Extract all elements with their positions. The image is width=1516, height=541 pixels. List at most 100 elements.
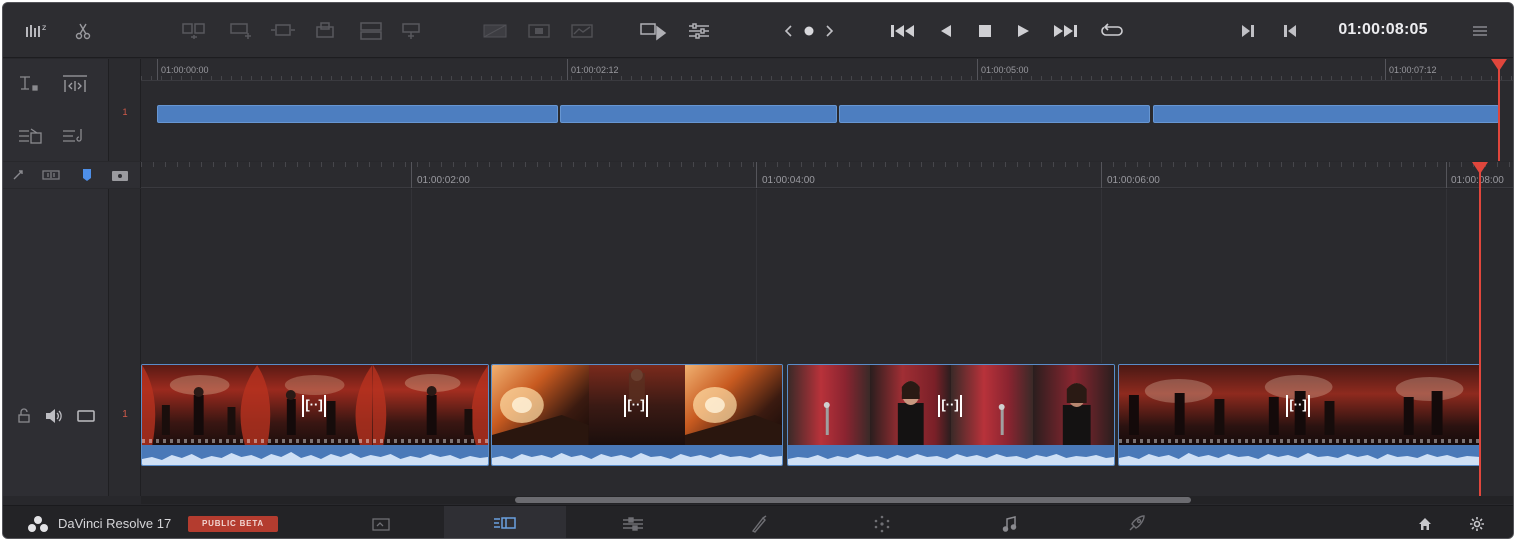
media-page-icon[interactable] — [320, 506, 442, 538]
overview-clip[interactable] — [1153, 105, 1499, 123]
edit-page-icon[interactable] — [572, 506, 694, 538]
audio-waveform — [788, 445, 1114, 465]
play-reverse-icon[interactable] — [934, 20, 958, 42]
lock-icon[interactable] — [17, 408, 31, 429]
transition-wipe-icon[interactable] — [566, 20, 598, 42]
close-up-icon[interactable] — [309, 20, 341, 42]
transition-smooth-icon[interactable] — [523, 20, 555, 42]
settings-gear-icon[interactable] — [1469, 516, 1485, 537]
ripple-delete-icon[interactable] — [17, 125, 45, 152]
timeline-empty-area[interactable] — [141, 189, 1513, 363]
lower-ruler[interactable]: 01:00:02:00 01:00:04:00 01:00:06:00 01:0… — [141, 162, 1513, 188]
timeline-options-bar — [3, 162, 141, 188]
mark-in-icon[interactable] — [1237, 20, 1259, 42]
next-arrow-icon[interactable] — [821, 20, 837, 42]
timeline-clip[interactable]: [··] — [491, 364, 783, 466]
scrollbar-thumb[interactable] — [515, 497, 1191, 503]
prev-arrow-icon[interactable] — [781, 20, 797, 42]
playhead[interactable] — [1479, 170, 1481, 496]
video-track[interactable]: [··] [··] [··] [··] — [141, 363, 1513, 469]
stop-icon[interactable] — [973, 20, 997, 42]
menu-icon[interactable] — [1468, 20, 1492, 42]
overview-clip[interactable] — [157, 105, 558, 123]
fairlight-page-icon[interactable] — [949, 506, 1071, 538]
metronome-icon[interactable]: z — [23, 20, 53, 42]
video-track-header — [3, 189, 109, 496]
play-icon[interactable] — [1011, 20, 1035, 42]
skip-to-end-icon[interactable] — [1049, 20, 1081, 42]
overview-clip[interactable] — [839, 105, 1150, 123]
beta-badge: PUBLIC BETA — [188, 516, 278, 532]
resolve-cut-page: z 01:00:08:05 1 01:00:00:00 01:00:02:12 … — [2, 2, 1514, 539]
resolve-logo-icon — [27, 515, 49, 538]
svg-text:z: z — [42, 23, 46, 32]
audio-waveform — [142, 445, 488, 465]
flag-icon[interactable] — [81, 167, 93, 188]
fusion-page-icon[interactable] — [698, 506, 820, 538]
clip-marker: [··] — [938, 395, 962, 417]
source-tape-icon[interactable] — [636, 20, 670, 42]
toolbar: z 01:00:08:05 — [3, 3, 1513, 58]
smart-insert-icon[interactable] — [178, 20, 210, 42]
clip-attributes-icon[interactable] — [684, 20, 714, 42]
loop-icon[interactable] — [1097, 20, 1127, 42]
snapping-icon[interactable] — [11, 168, 25, 187]
upper-track-number-column: 1 — [109, 59, 141, 161]
audio-waveform — [492, 445, 782, 465]
ruler-tick — [977, 59, 978, 80]
timeline-scrollbar[interactable] — [141, 496, 1513, 504]
ruler-label: 01:00:02:12 — [571, 65, 619, 75]
ruler-tick — [1101, 162, 1102, 188]
audio-waveform — [1119, 445, 1480, 465]
timeline-clip[interactable]: [··] — [141, 364, 489, 466]
audio-tracks-icon[interactable] — [61, 125, 89, 152]
page-navigation-bar: DaVinci Resolve 17 PUBLIC BETA — [3, 505, 1513, 538]
ruler-label: 01:00:06:00 — [1107, 175, 1160, 186]
track-number-column: 1 — [109, 189, 141, 496]
ruler-label: 01:00:00:00 — [161, 65, 209, 75]
audio-scrub-icon[interactable] — [41, 168, 61, 187]
mark-out-icon[interactable] — [1279, 20, 1301, 42]
source-overwrite-icon[interactable] — [397, 20, 429, 42]
dot-icon[interactable] — [801, 20, 817, 42]
overview-clip[interactable] — [560, 105, 837, 123]
ruler-label: 01:00:05:00 — [981, 65, 1029, 75]
clip-marker: [··] — [624, 395, 648, 417]
place-on-top-icon[interactable] — [355, 20, 387, 42]
ripple-overwrite-icon[interactable] — [267, 20, 299, 42]
upper-track-header — [3, 59, 109, 161]
trim-icon[interactable] — [61, 73, 89, 100]
clip-marker-icon[interactable] — [111, 169, 129, 187]
split-clip-icon[interactable] — [17, 73, 45, 100]
upper-track-number: 1 — [122, 107, 128, 117]
ruler-tick — [411, 162, 412, 188]
ruler-label: 01:00:04:00 — [762, 175, 815, 186]
ruler-label: 01:00:02:00 — [417, 175, 470, 186]
upper-video-track[interactable] — [141, 81, 1513, 161]
ruler-tick — [1385, 59, 1386, 80]
timeline-clip[interactable]: [··] — [787, 364, 1115, 466]
video-track-number: 1 — [122, 409, 128, 420]
app-name: DaVinci Resolve 17 — [58, 516, 172, 531]
track-padding — [141, 469, 1513, 496]
deliver-page-icon[interactable] — [1075, 506, 1197, 538]
ruler-label: 01:00:08:00 — [1451, 175, 1504, 186]
clip-marker: [··] — [1286, 395, 1310, 417]
transition-dissolve-icon[interactable] — [479, 20, 511, 42]
ruler-label: 01:00:07:12 — [1389, 65, 1437, 75]
append-icon[interactable] — [225, 20, 257, 42]
ruler-tick — [567, 59, 568, 80]
home-icon[interactable] — [1417, 516, 1433, 537]
upper-playhead[interactable] — [1498, 67, 1500, 161]
ruler-tick — [756, 162, 757, 188]
skip-to-start-icon[interactable] — [887, 20, 919, 42]
speaker-icon[interactable] — [44, 408, 64, 429]
timeline-clip[interactable]: [··] — [1118, 364, 1481, 466]
ruler-tick — [1446, 162, 1447, 188]
monitor-icon[interactable] — [76, 409, 96, 428]
cut-page-icon[interactable] — [444, 506, 566, 538]
color-page-icon[interactable] — [821, 506, 943, 538]
scissors-icon[interactable] — [71, 20, 95, 42]
upper-ruler[interactable]: 01:00:00:00 01:00:02:12 01:00:05:00 01:0… — [141, 59, 1513, 81]
ruler-tick — [157, 59, 158, 80]
